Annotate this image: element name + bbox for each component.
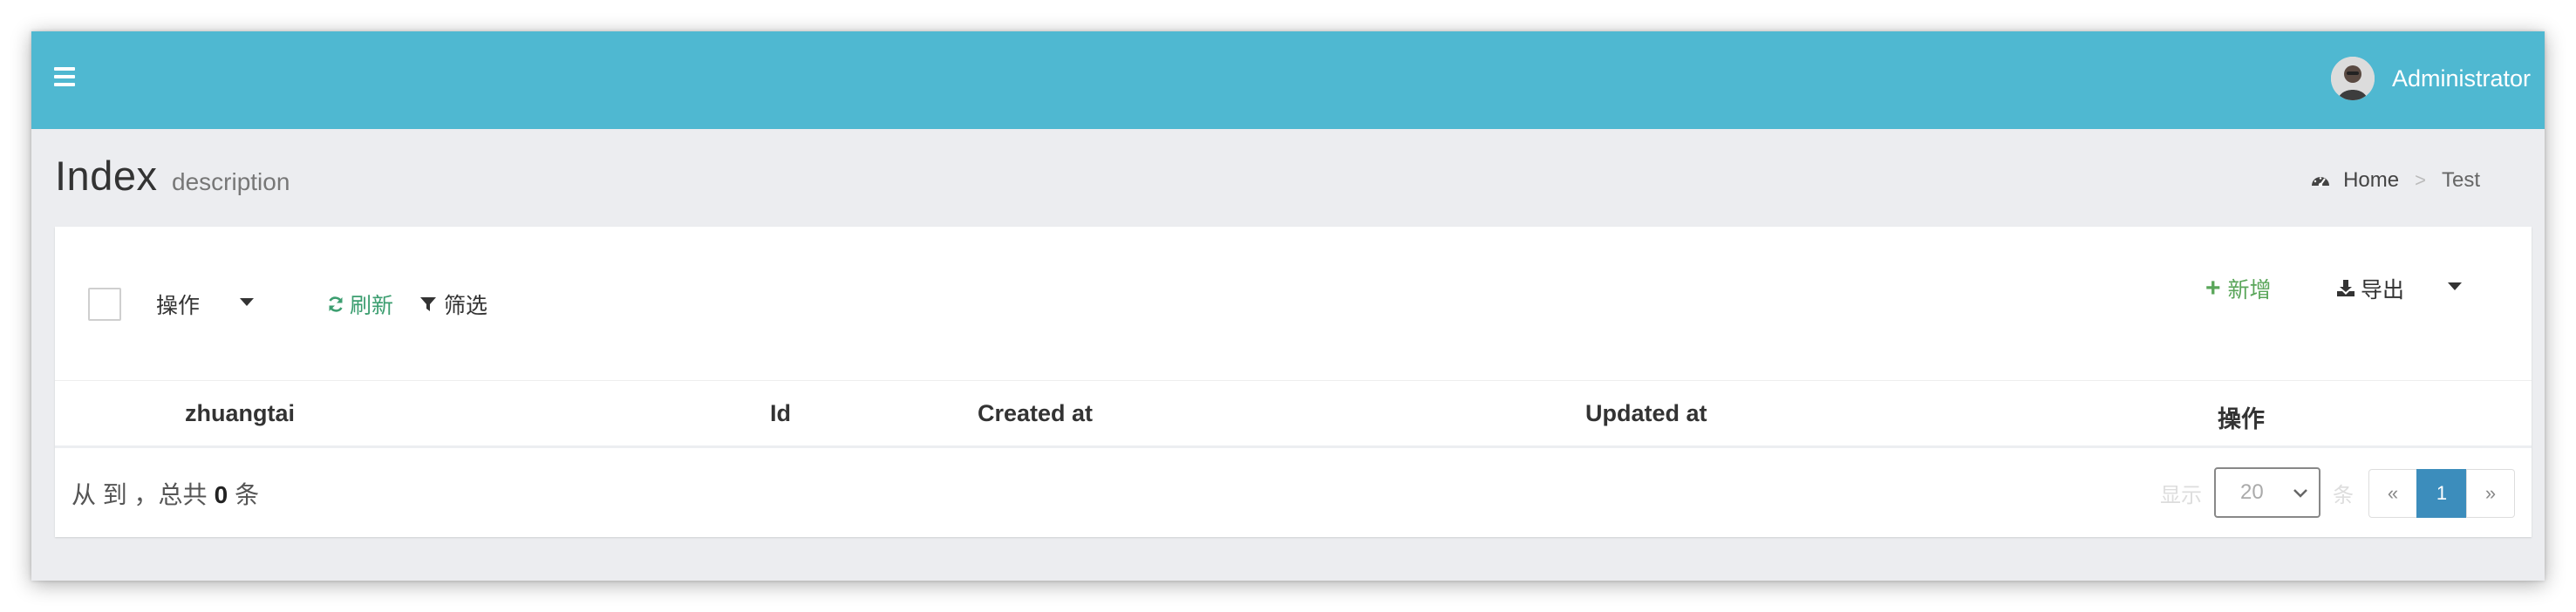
per-page-control: 显示 20 条: [2160, 467, 2354, 518]
breadcrumb-separator: >: [2415, 169, 2426, 191]
breadcrumb-home-label: Home: [2343, 168, 2400, 192]
column-header-updated-at[interactable]: Updated at: [1585, 400, 1707, 427]
table-header: zhuangtai Id Created at Updated at 操作: [55, 380, 2532, 448]
page-title: Index: [55, 153, 158, 199]
export-caret-icon[interactable]: [2448, 282, 2462, 291]
user-avatar: [2330, 57, 2375, 100]
page-description: description: [172, 168, 290, 195]
top-navbar: Administrator: [31, 31, 2545, 129]
column-header-id[interactable]: Id: [770, 400, 791, 427]
page-prev[interactable]: «: [2368, 469, 2417, 518]
refresh-label: 刷新: [350, 294, 394, 318]
summary-suffix: 条: [235, 481, 260, 508]
export-button[interactable]: 导出: [2336, 269, 2404, 309]
column-header-zhuangtai[interactable]: zhuangtai: [185, 400, 295, 427]
breadcrumb-home[interactable]: Home: [2310, 168, 2399, 193]
new-label: 新增: [2227, 278, 2272, 303]
per-page-value: 20: [2240, 480, 2264, 504]
download-icon: [2337, 280, 2355, 296]
column-header-actions: 操作: [2218, 406, 2265, 432]
user-menu[interactable]: Administrator: [2330, 56, 2531, 101]
chevron-down-icon: [2293, 489, 2307, 498]
menu-icon[interactable]: [54, 67, 75, 92]
dashboard-icon: [2312, 177, 2330, 187]
pagination-summary: 从 到 ，总共 0 条: [72, 476, 259, 511]
caret-down-icon[interactable]: [240, 298, 254, 307]
grid-box: 操作 刷新 筛选 + 新增 导出 zhuangtai Id Created at…: [55, 227, 2532, 537]
filter-icon: [420, 297, 436, 311]
breadcrumb: Home > Test: [2310, 168, 2480, 193]
page-current[interactable]: 1: [2416, 469, 2467, 518]
per-page-suffix: 条: [2333, 483, 2354, 507]
pagination: « 1 »: [2368, 469, 2515, 518]
content-header: Index description Home > Test: [31, 129, 2545, 225]
user-name: Administrator: [2391, 65, 2531, 92]
page-next[interactable]: »: [2466, 469, 2515, 518]
select-all-checkbox[interactable]: [88, 288, 121, 321]
filter-label: 筛选: [444, 294, 488, 318]
refresh-button[interactable]: 刷新: [327, 284, 393, 324]
breadcrumb-current: Test: [2441, 168, 2480, 192]
export-label: 导出: [2361, 278, 2405, 303]
per-page-prefix: 显示: [2160, 483, 2202, 507]
summary-total: 0: [214, 481, 228, 508]
per-page-select[interactable]: 20: [2214, 467, 2320, 518]
batch-action-button[interactable]: 操作: [156, 284, 200, 324]
plus-icon: +: [2205, 274, 2221, 303]
batch-action-label: 操作: [156, 294, 201, 318]
filter-button[interactable]: 筛选: [419, 284, 487, 324]
refresh-icon: [329, 296, 343, 312]
app-window: Administrator Index description Home > T…: [31, 31, 2545, 581]
new-button[interactable]: + 新增: [2205, 269, 2272, 309]
column-header-created-at[interactable]: Created at: [978, 400, 1093, 427]
summary-prefix: 从 到 ，总共: [72, 481, 208, 508]
